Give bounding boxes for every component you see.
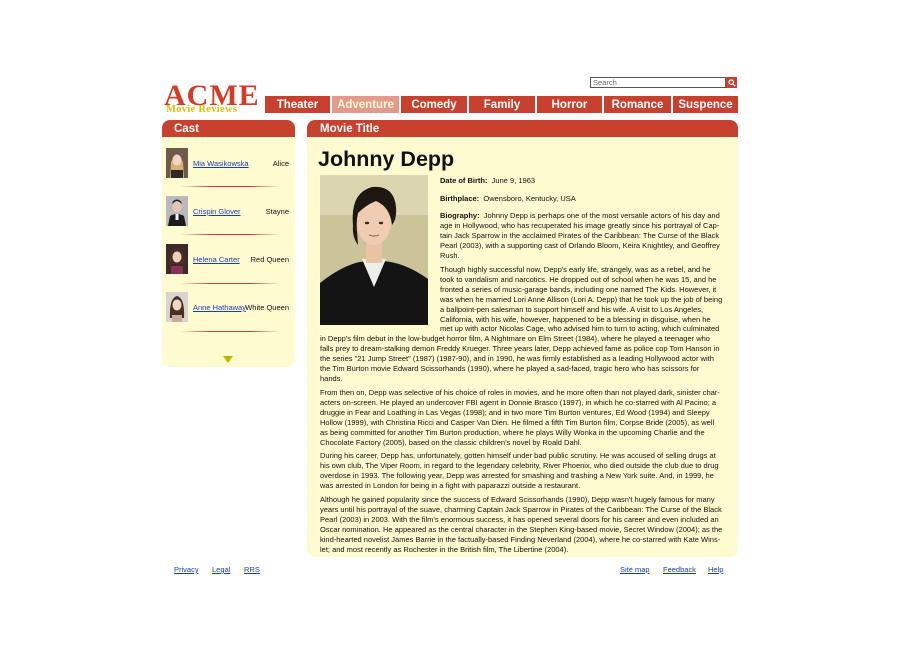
biography: Biography: Johnny Depp is perhaps one of…: [440, 211, 730, 261]
text-line: overdose in 1993. The following year, De…: [320, 470, 714, 480]
search-box: [590, 77, 737, 88]
text-line: the Tim Burton movie Edward Scissorhands…: [320, 363, 700, 373]
footer-link-feedback[interactable]: Feedback: [663, 565, 696, 574]
text-line: in Depp's film debut in the low-budget h…: [320, 334, 710, 343]
cast-panel: Cast Mia Wasikowska Alice Crispin Glover…: [162, 120, 295, 367]
actor-link[interactable]: Crispin Glover: [193, 207, 241, 216]
text-line: a ballpoint-pen salesman to support hims…: [440, 304, 704, 314]
text-line: fronted a series of music-garage bands, …: [440, 284, 717, 294]
actor-thumbnail[interactable]: [166, 148, 188, 178]
role-name: Red Queen: [250, 255, 289, 264]
tab-adventure[interactable]: Adventure: [332, 96, 399, 113]
footer-link-legal[interactable]: Legal: [212, 565, 230, 574]
footer-link-help[interactable]: Help: [708, 565, 723, 574]
bio-paragraph: During his career, Depp has, unfortunate…: [320, 451, 730, 491]
cast-item: Anne Hathaway White Queen: [166, 292, 292, 322]
dob-value: June 9, 1963: [491, 176, 536, 185]
text-line: Chocolate Factory (2005), based on the c…: [320, 437, 582, 447]
text-line: hands.: [320, 373, 343, 383]
bio-paragraph: From then on, Depp was selective of his …: [320, 388, 730, 447]
text-line: Rush.: [440, 250, 460, 260]
text-line: took to vandalism and narcotics. He drop…: [440, 274, 717, 284]
birthplace-value: Owensboro, Kentucky, USA: [483, 194, 576, 203]
text-line: met up with actor Nicolas Cage, who advi…: [440, 324, 720, 334]
text-line: his own club, The Viper Room, in regard …: [320, 460, 719, 470]
divider: [180, 186, 280, 187]
tab-theater[interactable]: Theater: [265, 96, 330, 113]
footer-link-sitemap[interactable]: Site map: [620, 565, 650, 574]
actor-link[interactable]: Mia Wasikowska: [193, 159, 249, 168]
text-line: Johnny Depp is perhaps one of the most v…: [483, 211, 720, 220]
search-icon: [727, 78, 736, 87]
text-line: as being committed for another Tim Burto…: [320, 427, 705, 437]
site-logo[interactable]: ACME Movie Reviews: [164, 81, 264, 116]
divider: [180, 234, 280, 235]
text-line: falls prey to dream-stalking demon Fredd…: [320, 343, 720, 353]
actor-photo: [320, 175, 428, 325]
date-of-birth: Date of Birth: June 9, 1963: [440, 176, 535, 185]
text-line: kind-hearted novelist James Barrie in th…: [320, 534, 721, 544]
birthplace: Birthplace: Owensboro, Kentucky, USA: [440, 194, 576, 203]
actor-thumbnail[interactable]: [166, 244, 188, 274]
text-line: Pearl (2003) in 2003. With the film's en…: [320, 514, 719, 524]
text-line: During his career, Depp has, unfortunate…: [320, 451, 716, 460]
text-line: was arrested in London for being in a fi…: [320, 480, 581, 490]
cast-item: Mia Wasikowska Alice: [166, 148, 292, 178]
bio-label: Biography:: [440, 211, 480, 220]
role-name: Stayne: [265, 207, 289, 216]
actor-thumbnail[interactable]: [166, 292, 188, 322]
actor-link[interactable]: Anne Hathaway: [193, 303, 246, 312]
bio-paragraph: Though highly successful now, Depp's ear…: [440, 265, 730, 334]
bio-paragraph: Although he gained popularity since the …: [320, 495, 730, 554]
text-line: acters on-screen. He played an undercove…: [320, 397, 717, 407]
text-line: California, with his wife, however, happ…: [440, 314, 711, 324]
footer-link-privacy[interactable]: Privacy: [174, 565, 199, 574]
actor-link[interactable]: Helena Carter: [193, 255, 240, 264]
divider: [180, 331, 280, 332]
text-line: let; and most recently as Rochester in t…: [320, 544, 569, 554]
role-name: White Queen: [245, 303, 289, 312]
genre-nav: Theater Adventure Comedy Family Horror R…: [265, 96, 738, 113]
text-line: Oscar nomination. He appeared as the cen…: [320, 524, 723, 534]
text-line: tain Jack Sparrow in the acclaimed Pirat…: [440, 230, 720, 240]
text-line: Though highly successful now, Depp's ear…: [440, 265, 711, 274]
text-line: Hollow (1999), with Christina Ricci and …: [320, 417, 715, 427]
cast-item: Crispin Glover Stayne: [166, 196, 292, 226]
cast-panel-title: Cast: [162, 120, 295, 137]
cast-item: Helena Carter Red Queen: [166, 244, 292, 274]
actor-profile-panel: Movie Title Johnny Depp Date of Birth: J…: [307, 120, 738, 557]
tab-suspence[interactable]: Suspence: [673, 96, 738, 113]
tab-comedy[interactable]: Comedy: [401, 96, 467, 113]
tab-horror[interactable]: Horror: [537, 96, 602, 113]
text-line: years until his portrayal of the suave, …: [320, 504, 722, 514]
tab-romance[interactable]: Romance: [604, 96, 671, 113]
birthplace-label: Birthplace:: [440, 194, 480, 203]
logo-subtitle: Movie Reviews: [166, 104, 238, 115]
panel-title: Movie Title: [307, 120, 738, 137]
search-button[interactable]: [726, 77, 737, 88]
actor-thumbnail[interactable]: [166, 196, 188, 226]
text-line: Although he gained popularity since the …: [320, 495, 715, 504]
footer-link-rrs[interactable]: RRS: [244, 565, 260, 574]
text-line: age in Hollywood, who has recuperated hi…: [440, 220, 720, 230]
text-line: was when he married Lori Anne Allison (L…: [440, 294, 723, 304]
bio-paragraph: in Depp's film debut in the low-budget h…: [320, 334, 730, 384]
search-input[interactable]: [590, 77, 726, 88]
scroll-down-icon[interactable]: [223, 356, 233, 363]
text-line: druggie in Fear and Loathing in Las Vega…: [320, 407, 710, 417]
actor-name-heading: Johnny Depp: [318, 147, 455, 171]
dob-label: Date of Birth:: [440, 176, 488, 185]
text-line: the series "21 Jump Street" (1987) (1987…: [320, 353, 714, 363]
divider: [180, 283, 280, 284]
text-line: Pearl (2003), with a supporting cast of …: [440, 240, 720, 250]
tab-family[interactable]: Family: [469, 96, 535, 113]
text-line: From then on, Depp was selective of his …: [320, 388, 720, 397]
role-name: Alice: [272, 159, 289, 168]
